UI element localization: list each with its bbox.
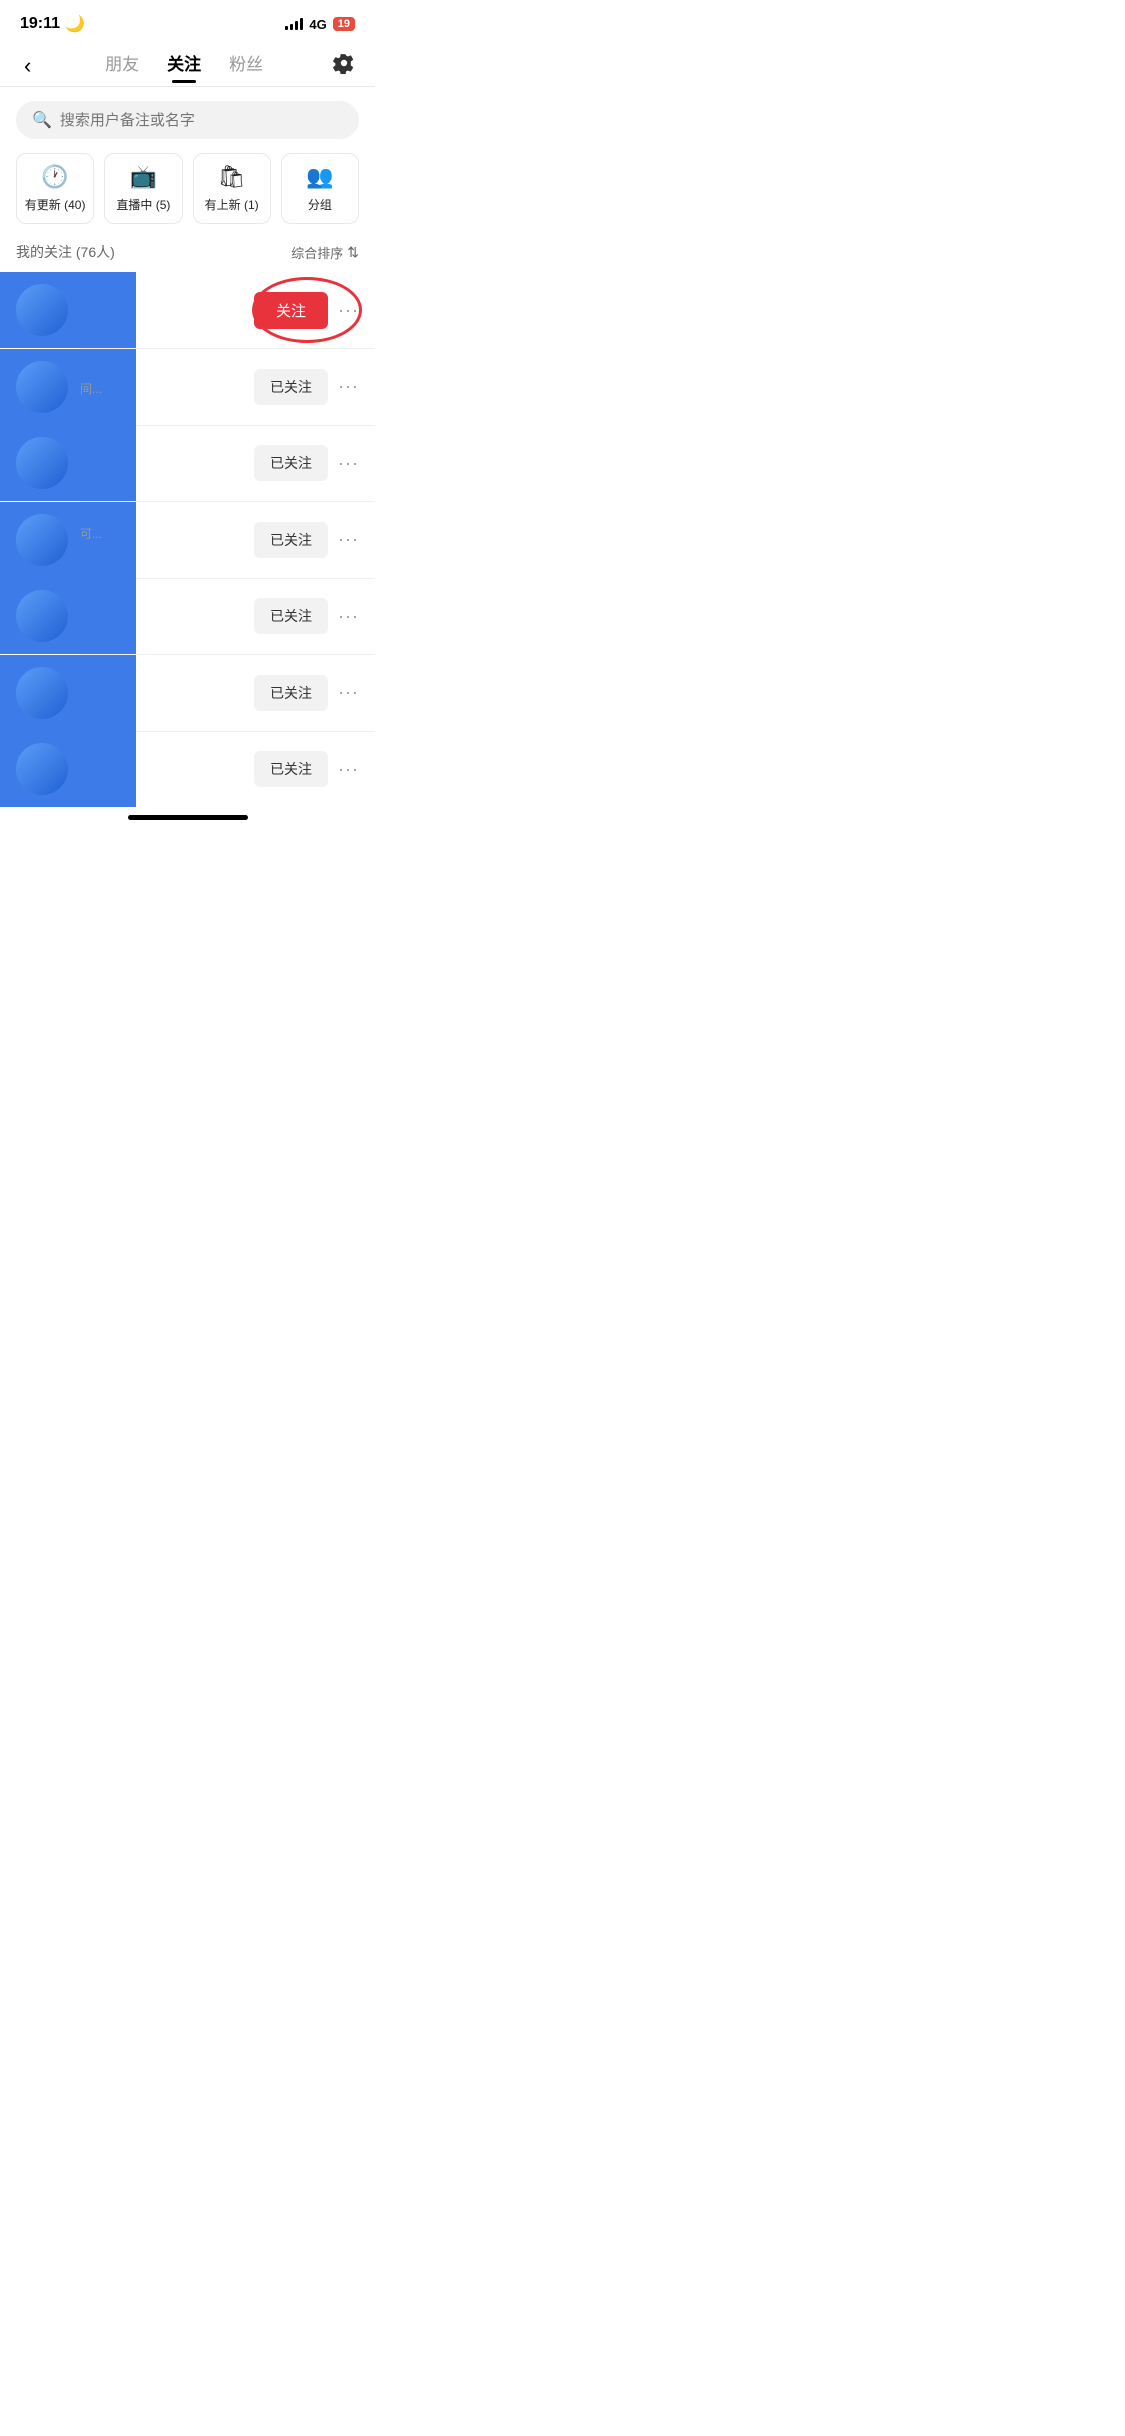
action-wrap: 已关注 ···	[254, 751, 359, 787]
status-bar: 19:11 🌙 4G 19	[0, 0, 375, 42]
nav-tabs: 朋友 关注 粉丝	[105, 50, 263, 83]
sort-label: 综合排序	[291, 243, 343, 262]
filter-updates[interactable]: 🕐 有更新 (40)	[16, 153, 94, 224]
followed-button[interactable]: 已关注	[254, 598, 328, 634]
followed-button[interactable]: 已关注	[254, 751, 328, 787]
search-bar[interactable]: 🔍	[16, 101, 359, 139]
user-info	[80, 309, 242, 312]
user-info: 作品 >	[80, 683, 242, 702]
avatar	[16, 514, 68, 566]
filter-live[interactable]: 📺 直播中 (5)	[104, 153, 182, 224]
action-wrap: 已关注 ···	[254, 675, 359, 711]
clock-icon: 🕐	[41, 164, 68, 190]
avatar	[16, 437, 68, 489]
followed-button[interactable]: 已关注	[254, 675, 328, 711]
action-wrap: 已关注 ···	[254, 598, 359, 634]
user-desc: 可...	[80, 525, 242, 542]
follower-list: 关注 ··· 间... 已关注 ···	[0, 272, 375, 807]
followed-button[interactable]: 已关注	[254, 369, 328, 405]
avatar	[16, 361, 68, 413]
settings-icon[interactable]	[329, 48, 359, 84]
table-row: 间... 已关注 ···	[0, 349, 375, 425]
avatar	[16, 284, 68, 336]
search-input[interactable]	[60, 112, 343, 129]
follow-button[interactable]: 关注	[254, 292, 328, 329]
home-bar	[128, 815, 248, 820]
signal-icon	[285, 18, 303, 30]
avatar	[16, 590, 68, 642]
table-row: 已关注 ···	[0, 731, 375, 807]
avatar	[16, 743, 68, 795]
search-icon: 🔍	[32, 110, 52, 130]
filter-new-items[interactable]: 🛍 有上新 (1)	[193, 153, 271, 224]
user-info	[80, 462, 242, 465]
more-button[interactable]: ···	[338, 759, 359, 780]
live-icon: 📺	[130, 164, 157, 190]
moon-icon: 🌙	[65, 14, 85, 34]
action-wrap: 已关注 ···	[254, 445, 359, 481]
filter-updates-label: 有更新 (40)	[25, 196, 86, 213]
tab-fans[interactable]: 粉丝	[229, 50, 263, 83]
action-wrap: 关注 ···	[254, 292, 359, 329]
network-type: 4G	[309, 17, 326, 32]
shop-icon: 🛍	[218, 164, 246, 190]
tab-following[interactable]: 关注	[167, 50, 201, 83]
more-button[interactable]: ···	[338, 606, 359, 627]
user-info	[80, 768, 242, 771]
table-row: 已关注 ···	[0, 578, 375, 654]
list-header: 我的关注 (76人) 综合排序 ⇅	[0, 236, 375, 272]
user-info: 可... 作品 >	[80, 522, 242, 558]
user-info	[80, 615, 242, 618]
table-row: 已关注 ···	[0, 425, 375, 501]
back-button[interactable]: ‹	[16, 49, 39, 83]
user-info: 间...	[80, 377, 242, 397]
user-desc: 作品 >	[80, 686, 242, 702]
list-count: 我的关注 (76人)	[16, 242, 115, 262]
more-button[interactable]: ···	[338, 682, 359, 703]
tab-friends[interactable]: 朋友	[105, 50, 139, 83]
notification-badge: 19	[333, 17, 355, 31]
followed-button[interactable]: 已关注	[254, 522, 328, 558]
more-button[interactable]: ···	[338, 300, 359, 321]
user-desc: 间...	[80, 380, 242, 397]
sort-icon: ⇅	[347, 244, 359, 261]
more-button[interactable]: ···	[338, 529, 359, 550]
group-icon: 👥	[306, 164, 333, 190]
filter-live-label: 直播中 (5)	[116, 196, 170, 213]
filter-groups[interactable]: 👥 分组	[281, 153, 359, 224]
action-wrap: 已关注 ···	[254, 522, 359, 558]
filter-row: 🕐 有更新 (40) 📺 直播中 (5) 🛍 有上新 (1) 👥 分组	[0, 149, 375, 236]
status-time: 19:11	[20, 15, 60, 33]
status-icons: 4G 19	[285, 17, 355, 32]
home-indicator	[0, 807, 375, 824]
top-nav: ‹ 朋友 关注 粉丝	[0, 42, 375, 84]
sort-button[interactable]: 综合排序 ⇅	[291, 243, 359, 262]
action-wrap: 已关注 ···	[254, 369, 359, 405]
table-row: 作品 > 已关注 ···	[0, 655, 375, 731]
filter-groups-label: 分组	[308, 196, 332, 213]
more-button[interactable]: ···	[338, 376, 359, 397]
search-section: 🔍	[0, 87, 375, 149]
more-button[interactable]: ···	[338, 453, 359, 474]
user-sub-desc: 作品 >	[80, 542, 242, 558]
avatar	[16, 667, 68, 719]
followed-button[interactable]: 已关注	[254, 445, 328, 481]
table-row: 关注 ···	[0, 272, 375, 348]
battery-indicator: 19	[333, 17, 355, 31]
table-row: 可... 作品 > 已关注 ···	[0, 502, 375, 578]
filter-new-items-label: 有上新 (1)	[205, 196, 259, 213]
